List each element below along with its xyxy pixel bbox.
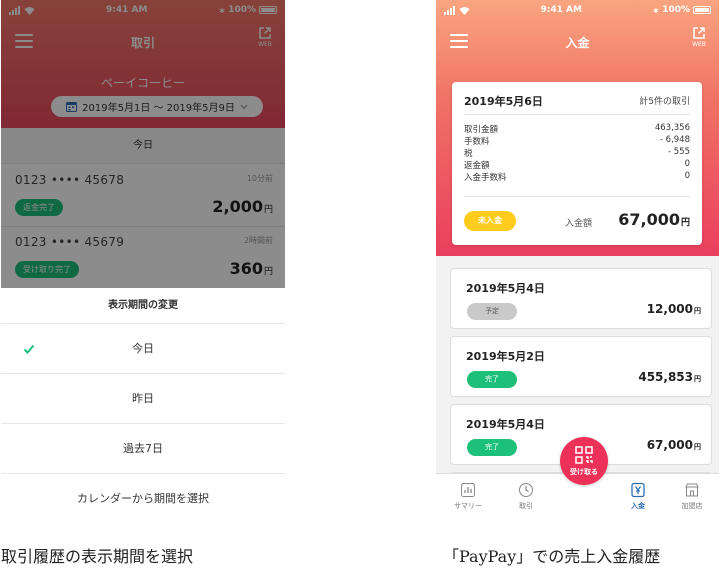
clock-icon <box>519 483 533 497</box>
caption-left: 取引履歴の表示期間を選択 <box>1 547 194 566</box>
deposit-amount: 12,000円 <box>646 302 701 316</box>
deposit-date: 2019年5月2日 <box>466 350 545 363</box>
deposit-card[interactable]: 2019年5月2日 完了 455,853円 <box>450 336 712 397</box>
tab-label: 入金 <box>631 502 645 510</box>
summary-row: 入金手数料 0 <box>464 171 690 183</box>
chart-icon <box>461 483 475 497</box>
tab-transactions[interactable]: 取引 <box>506 482 546 511</box>
deposit-date: 2019年5月4日 <box>466 282 545 295</box>
navigation-bar: 入金 WEB <box>436 20 719 64</box>
qr-code-icon <box>575 446 593 464</box>
summary-row: 手数料 - 6,948 <box>464 135 690 147</box>
status-time: 9:41 AM <box>540 5 582 15</box>
status-badge: 未入金 <box>464 211 516 231</box>
option-calendar[interactable]: カレンダーから期間を選択 <box>1 474 285 522</box>
external-link-icon <box>693 27 705 39</box>
tab-merchant[interactable]: 加盟店 <box>672 482 712 511</box>
option-last-7-days[interactable]: 過去7日 <box>1 424 285 474</box>
web-label: WEB <box>692 41 706 48</box>
option-label: 今日 <box>132 342 154 355</box>
option-yesterday[interactable]: 昨日 <box>1 374 285 424</box>
tab-label: 受け取る <box>570 468 598 476</box>
status-badge: 予定 <box>467 303 517 320</box>
option-label: 過去7日 <box>123 442 163 455</box>
status-bar: 9:41 AM ∗ 100% <box>436 0 719 20</box>
signal-icon <box>444 5 470 15</box>
deposits-screen: 9:41 AM ∗ 100% 入金 WEB 2019年5月6日 計5件の取引 取… <box>436 0 719 523</box>
deposit-date: 2019年5月4日 <box>466 418 545 431</box>
battery-percent: 100% <box>662 5 690 15</box>
option-today[interactable]: 今日 <box>1 324 285 374</box>
deposit-amount: 455,853円 <box>638 370 701 384</box>
deposit-label: 入金額 <box>564 219 592 229</box>
deposit-amount: 67,000円 <box>618 210 690 229</box>
period-picker-sheet: 表示期間の変更 今日 昨日 過去7日 カレンダーから期間を選択 <box>1 288 285 522</box>
transaction-count: 計5件の取引 <box>639 97 690 107</box>
tab-label: 加盟店 <box>681 502 703 510</box>
web-link-button[interactable]: WEB <box>687 26 711 56</box>
summary-row: 取引金額 463,356 <box>464 123 690 135</box>
option-label: カレンダーから期間を選択 <box>77 492 209 505</box>
summary-date: 2019年5月6日 <box>464 95 543 108</box>
bluetooth-icon: ∗ <box>652 5 660 15</box>
tab-label: 取引 <box>519 502 533 510</box>
option-label: 昨日 <box>132 392 154 405</box>
status-badge: 完了 <box>467 439 517 456</box>
transactions-screen: 9:41 AM ∗ 100% 取引 WEB ペーイコーヒー 2019年5月1日 … <box>1 0 285 522</box>
divider <box>464 114 690 115</box>
tab-label: サマリー <box>454 502 482 510</box>
deposit-card[interactable]: 2019年5月4日 予定 12,000円 <box>450 268 712 329</box>
store-icon <box>685 483 699 497</box>
summary-row: 返金額 0 <box>464 159 690 171</box>
page-title: 入金 <box>565 36 590 50</box>
tab-summary[interactable]: サマリー <box>448 482 488 511</box>
sheet-title: 表示期間の変更 <box>1 288 285 324</box>
divider <box>464 196 690 197</box>
status-badge: 完了 <box>467 371 517 388</box>
deposit-summary-card[interactable]: 2019年5月6日 計5件の取引 取引金額 463,356 手数料 - 6,948 … <box>452 82 702 245</box>
caption-right: 「PayPay」での売上入金履歴 <box>443 547 661 566</box>
deposit-amount: 67,000円 <box>646 438 701 452</box>
modal-overlay[interactable] <box>1 0 285 288</box>
summary-row: 税- 555 <box>464 147 690 159</box>
yen-icon <box>631 482 645 498</box>
tab-deposits[interactable]: 入金 <box>618 482 658 511</box>
battery-icon <box>693 6 711 14</box>
checkmark-icon <box>23 344 35 354</box>
receive-scan-button[interactable]: 受け取る <box>560 437 608 485</box>
